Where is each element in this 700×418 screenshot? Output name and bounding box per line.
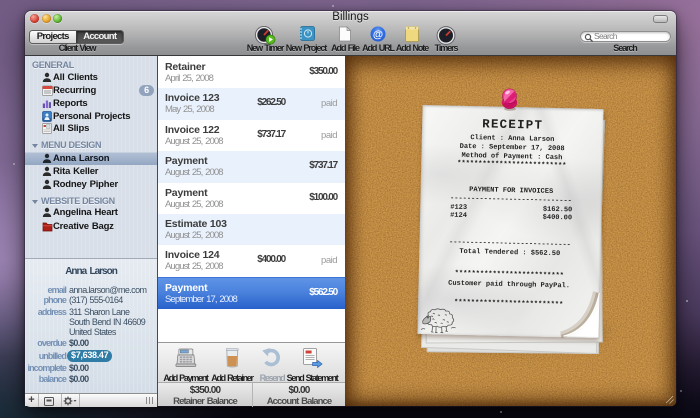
svg-text:@: @ <box>373 28 383 40</box>
